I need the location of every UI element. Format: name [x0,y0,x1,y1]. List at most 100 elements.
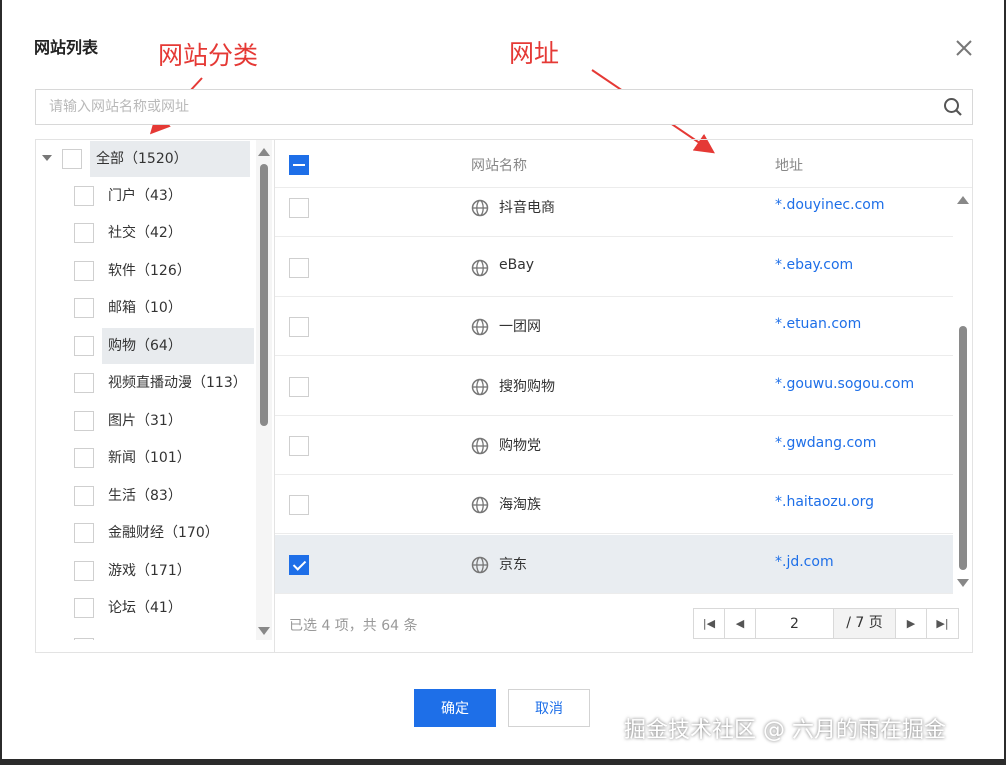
site-address[interactable]: *.gwdang.com [775,435,876,451]
first-page-button[interactable]: |◀ [694,609,725,638]
table-row[interactable]: 购物党 *.gwdang.com [275,416,953,475]
total-pages: / 7 页 [834,609,896,638]
table-row[interactable]: eBay *.ebay.com [275,238,953,297]
tree-item-label: 门户（43） [108,188,182,204]
search-box [35,89,973,125]
last-page-button[interactable]: ▶| [927,609,958,638]
site-address[interactable]: *.ebay.com [775,257,853,273]
pagination: |◀ ◀ / 7 页 ▶ ▶| [693,608,959,639]
tree-checkbox[interactable] [74,638,94,640]
tree-checkbox[interactable] [74,336,94,356]
tree-checkbox[interactable] [74,223,94,243]
tree-item[interactable]: 软件（126） [74,253,274,289]
tree-checkbox[interactable] [74,298,94,318]
next-page-icon: ▶ [906,617,916,630]
table-row[interactable]: 海淘族 *.haitaozu.org [275,475,953,534]
selection-info: 已选 4 项，共 64 条 [289,618,418,634]
column-header-address: 地址 [775,158,803,174]
table-row[interactable]: 搜狗购物 *.gouwu.sogou.com [275,357,953,416]
tree-item-shopping[interactable]: 购物（64） [74,328,274,364]
row-checkbox[interactable] [289,377,309,397]
prev-page-button[interactable]: ◀ [725,609,756,638]
first-page-icon: |◀ [702,617,716,630]
row-checkbox[interactable] [289,258,309,278]
globe-icon [471,259,489,277]
tree-item-label: 购物（64） [102,328,254,364]
tree-item[interactable]: 论坛（41） [74,590,274,626]
tree-checkbox[interactable] [74,373,94,393]
scroll-up-icon[interactable] [957,196,969,204]
tree-checkbox[interactable] [74,411,94,431]
select-all-checkbox[interactable] [289,155,309,175]
tree-item[interactable]: 图片（31） [74,403,274,439]
tree-item[interactable]: 社交（42） [74,215,274,251]
confirm-button[interactable]: 确定 [414,689,496,727]
tree-checkbox[interactable] [74,598,94,618]
expand-caret-icon[interactable] [42,155,52,161]
row-checkbox[interactable] [289,495,309,515]
scroll-up-icon[interactable] [258,148,270,156]
column-header-name: 网站名称 [471,158,527,174]
site-address[interactable]: *.haitaozu.org [775,494,874,510]
tree-item[interactable]: 门户（43） [74,178,274,214]
tree-checkbox[interactable] [74,186,94,206]
site-name: 抖音电商 [499,200,555,216]
scrollbar-thumb[interactable] [260,164,268,426]
website-list-dialog: 网站列表 网站分类 网址 全部（1520） 门户（43） [2,0,1004,759]
tree-item-all[interactable]: 全部（1520） [62,141,274,177]
prev-page-icon: ◀ [735,617,745,630]
tree-checkbox[interactable] [62,149,82,169]
table-row-selected[interactable]: 京东 *.jd.com [275,535,953,594]
tree-checkbox[interactable] [74,448,94,468]
globe-icon [471,556,489,574]
site-name: 京东 [499,557,527,573]
tree-item-label: 邮箱（10） [108,300,182,316]
tree-item-label: 图片（31） [108,413,182,429]
site-name: 一团网 [499,319,541,335]
table-row[interactable]: 一团网 *.etuan.com [275,297,953,356]
scrollbar-thumb[interactable] [959,326,967,570]
page-number-input[interactable] [756,609,834,638]
search-input[interactable] [36,90,916,124]
tree-item-label: 生活（83） [108,488,182,504]
tree-item[interactable]: 生活（83） [74,478,274,514]
tree-checkbox[interactable] [74,561,94,581]
scroll-down-icon[interactable] [258,627,270,635]
tree-scrollbar[interactable] [256,140,272,640]
site-address[interactable]: *.gouwu.sogou.com [775,376,914,392]
tree-checkbox[interactable] [74,523,94,543]
site-address[interactable]: *.etuan.com [775,316,861,332]
tree-item-label: 软件（126） [108,263,191,279]
table-scrollbar[interactable] [955,190,971,590]
next-page-button[interactable]: ▶ [896,609,927,638]
row-checkbox[interactable] [289,436,309,456]
table-row[interactable]: 抖音电商 *.douyinec.com [275,178,953,237]
close-icon[interactable] [952,36,976,60]
globe-icon [471,318,489,336]
search-icon[interactable] [943,97,963,117]
website-table: 网站名称 地址 抖音电商 *.douyinec.com eBay *.ebay.… [275,140,972,652]
site-address[interactable]: *.jd.com [775,554,834,570]
row-checkbox-checked[interactable] [289,555,309,575]
globe-icon [471,199,489,217]
category-tree: 全部（1520） 门户（43） 社交（42） 软件（126） 邮箱（10） 购物… [36,140,274,640]
tree-item[interactable]: 视频直播动漫（113） [74,365,274,401]
dialog-title: 网站列表 [34,38,99,57]
tree-checkbox[interactable] [74,261,94,281]
tree-item[interactable]: 游戏（171） [74,553,274,589]
last-page-icon: ▶| [936,617,949,630]
row-checkbox[interactable] [289,317,309,337]
row-checkbox[interactable] [289,198,309,218]
cancel-button[interactable]: 取消 [508,689,590,727]
annotation-url: 网址 [509,39,560,68]
tree-item[interactable]: 邮箱（10） [74,290,274,326]
tree-item[interactable]: 新闻（101） [74,440,274,476]
tree-item-label: 新闻（101） [108,450,191,466]
tree-checkbox[interactable] [74,486,94,506]
site-name: eBay [499,257,535,273]
site-name: 搜狗购物 [499,379,555,395]
site-address[interactable]: *.douyinec.com [775,197,884,213]
tree-item[interactable]: 金融财经（170） [74,515,274,551]
scroll-down-icon[interactable] [957,579,969,587]
globe-icon [471,378,489,396]
